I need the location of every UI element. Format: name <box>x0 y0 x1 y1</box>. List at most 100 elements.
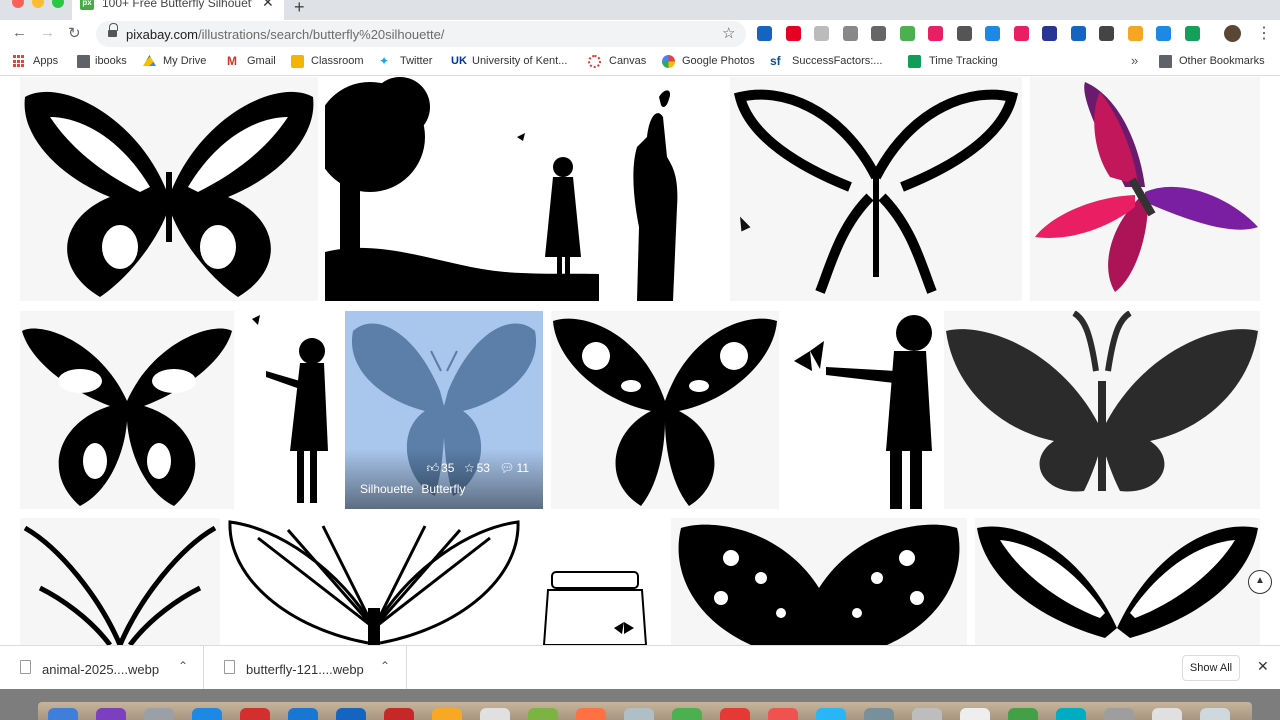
bookmark-time-tracking[interactable]: Time Tracking <box>929 55 998 67</box>
browser-extension-icon[interactable] <box>871 26 886 41</box>
dock-app-icon[interactable] <box>720 708 750 720</box>
image-tile-butterfly-tribal[interactable] <box>20 77 318 301</box>
window-close-button[interactable] <box>12 0 24 8</box>
browser-extension-icon[interactable] <box>985 26 1000 41</box>
close-download-bar-icon[interactable]: ✕ <box>1257 658 1269 675</box>
show-all-downloads-button[interactable]: Show All <box>1182 655 1240 681</box>
browser-extension-icon[interactable] <box>842 26 858 41</box>
dock-app-icon[interactable] <box>528 708 558 720</box>
favorite-star-icon[interactable]: ☆ <box>464 461 475 475</box>
image-tile-butterfly-outline[interactable] <box>975 518 1260 645</box>
new-tab-button[interactable]: + <box>294 0 305 18</box>
dock-app-icon[interactable] <box>1152 708 1182 720</box>
image-tile-hand-butterfly[interactable] <box>607 77 723 301</box>
comment-icon[interactable]: 💬︎ <box>499 461 514 475</box>
image-tile-butterfly-jar[interactable] <box>528 518 664 645</box>
tag-link[interactable]: Butterfly <box>421 482 465 496</box>
image-tile-butterfly-sketch[interactable] <box>228 518 520 645</box>
download-item[interactable]: animal-2025....webp ⌃ <box>0 646 204 690</box>
image-tile-butterfly-wings-dark[interactable] <box>944 311 1260 509</box>
bookmark-google-photos[interactable]: Google Photos <box>682 55 755 67</box>
dock-app-icon[interactable] <box>48 708 78 720</box>
bookmark-canvas[interactable]: Canvas <box>609 55 646 67</box>
dock-app-icon[interactable] <box>432 708 462 720</box>
reload-icon[interactable]: ↻ <box>68 24 81 42</box>
bookmark-classroom[interactable]: Classroom <box>311 55 364 67</box>
bookmark-other-bookmarks[interactable]: Other Bookmarks <box>1179 55 1265 67</box>
dock-app-icon[interactable] <box>96 708 126 720</box>
dock-app-icon[interactable] <box>144 708 174 720</box>
dock-app-icon[interactable] <box>288 708 318 720</box>
image-tile-butterfly-ornate[interactable] <box>730 77 1022 301</box>
dock-app-icon[interactable] <box>336 708 366 720</box>
dock-app-icon[interactable] <box>624 708 654 720</box>
butterfly-silhouette-image <box>678 524 960 645</box>
image-tile-butterfly-lines[interactable] <box>20 518 220 645</box>
forward-arrow-icon[interactable]: → <box>40 24 55 41</box>
dock-app-icon[interactable] <box>768 708 798 720</box>
like-icon[interactable]: 👍︎ <box>427 461 440 476</box>
browser-extension-icon[interactable] <box>1127 26 1143 41</box>
dock-app-icon[interactable] <box>912 708 942 720</box>
browser-extension-icon[interactable] <box>785 26 801 41</box>
window-zoom-button[interactable] <box>52 0 64 8</box>
tab-close-icon[interactable]: ✕ <box>262 0 274 11</box>
tag-link[interactable]: Silhouette <box>360 482 413 496</box>
image-tile-boy-butterfly[interactable] <box>786 311 936 509</box>
chevron-up-icon[interactable]: ⌃ <box>178 659 188 673</box>
dock-app-icon[interactable] <box>1008 708 1038 720</box>
dock-app-icon[interactable] <box>240 708 270 720</box>
browser-extension-icon[interactable] <box>1042 26 1057 41</box>
dock-app-icon[interactable] <box>1200 708 1230 720</box>
dock-app-icon[interactable] <box>1104 708 1134 720</box>
browser-menu-icon[interactable]: ⋮ <box>1256 23 1272 43</box>
bookmarks-overflow-button[interactable]: » <box>1131 53 1138 68</box>
browser-extension-icon[interactable] <box>1099 26 1114 41</box>
chevron-up-icon[interactable]: ⌃ <box>380 659 390 673</box>
scroll-to-top-button[interactable]: ▲ <box>1248 570 1272 594</box>
download-filename: butterfly-121....webp <box>246 662 364 677</box>
image-tile-pink-butterfly[interactable] <box>1030 77 1260 301</box>
address-bar[interactable]: pixabay.com/illustrations/search/butterf… <box>96 21 746 47</box>
dock-app-icon[interactable] <box>864 708 894 720</box>
dock-app-icon[interactable] <box>1056 708 1086 720</box>
dock-app-icon[interactable] <box>480 708 510 720</box>
bookmark-university-of-kent[interactable]: University of Kent... <box>472 55 567 67</box>
browser-extension-icon[interactable] <box>1156 26 1171 41</box>
bookmark-my-drive[interactable]: My Drive <box>163 55 206 67</box>
dock-app-icon[interactable] <box>192 708 222 720</box>
bookmark-ibooks[interactable]: ibooks <box>95 55 127 67</box>
dock-app-icon[interactable] <box>672 708 702 720</box>
bookmark-apps[interactable]: Apps <box>33 55 58 67</box>
download-item[interactable]: butterfly-121....webp ⌃ <box>204 646 407 690</box>
image-tile-butterfly-patterned[interactable] <box>551 311 779 509</box>
tab-pixabay[interactable]: px 100+ Free Butterfly Silhouette ✕ <box>72 0 284 20</box>
browser-extension-icon[interactable] <box>899 26 915 41</box>
bookmark-star-icon[interactable]: ☆ <box>722 24 735 42</box>
lock-icon <box>108 23 118 38</box>
browser-extension-icon[interactable] <box>1184 26 1200 41</box>
image-tile-girl-tree-silhouette[interactable] <box>325 77 599 301</box>
dock-app-icon[interactable] <box>384 708 414 720</box>
bookmark-gmail[interactable]: Gmail <box>247 55 276 67</box>
browser-extension-icon[interactable] <box>757 26 772 41</box>
dock-app-icon[interactable] <box>576 708 606 720</box>
browser-extension-icon[interactable] <box>1070 26 1086 41</box>
dock-app-icon[interactable] <box>960 708 990 720</box>
image-tile-girl-silhouette[interactable] <box>242 311 336 509</box>
browser-extension-icon[interactable] <box>814 26 829 41</box>
browser-extension-icon[interactable] <box>956 26 972 41</box>
bookmark-successfactors[interactable]: SuccessFactors:... <box>792 55 882 67</box>
image-tile-butterfly-floral[interactable] <box>671 518 967 645</box>
window-minimize-button[interactable] <box>32 0 44 8</box>
folder-icon <box>77 55 90 68</box>
image-tile-butterfly-symmetric[interactable] <box>20 311 234 509</box>
back-arrow-icon[interactable]: ← <box>12 24 27 41</box>
browser-extension-icon[interactable] <box>1013 26 1029 41</box>
browser-extension-icon[interactable] <box>928 26 943 41</box>
girl-silhouette-image <box>252 315 328 503</box>
image-tile-blue-butterfly-hovered[interactable]: 👍︎ 35 ☆ 53 💬︎ 11 Silhouette Butterfly <box>345 311 543 509</box>
dock-app-icon[interactable] <box>816 708 846 720</box>
profile-avatar[interactable] <box>1224 25 1241 42</box>
bookmark-twitter[interactable]: Twitter <box>400 55 432 67</box>
